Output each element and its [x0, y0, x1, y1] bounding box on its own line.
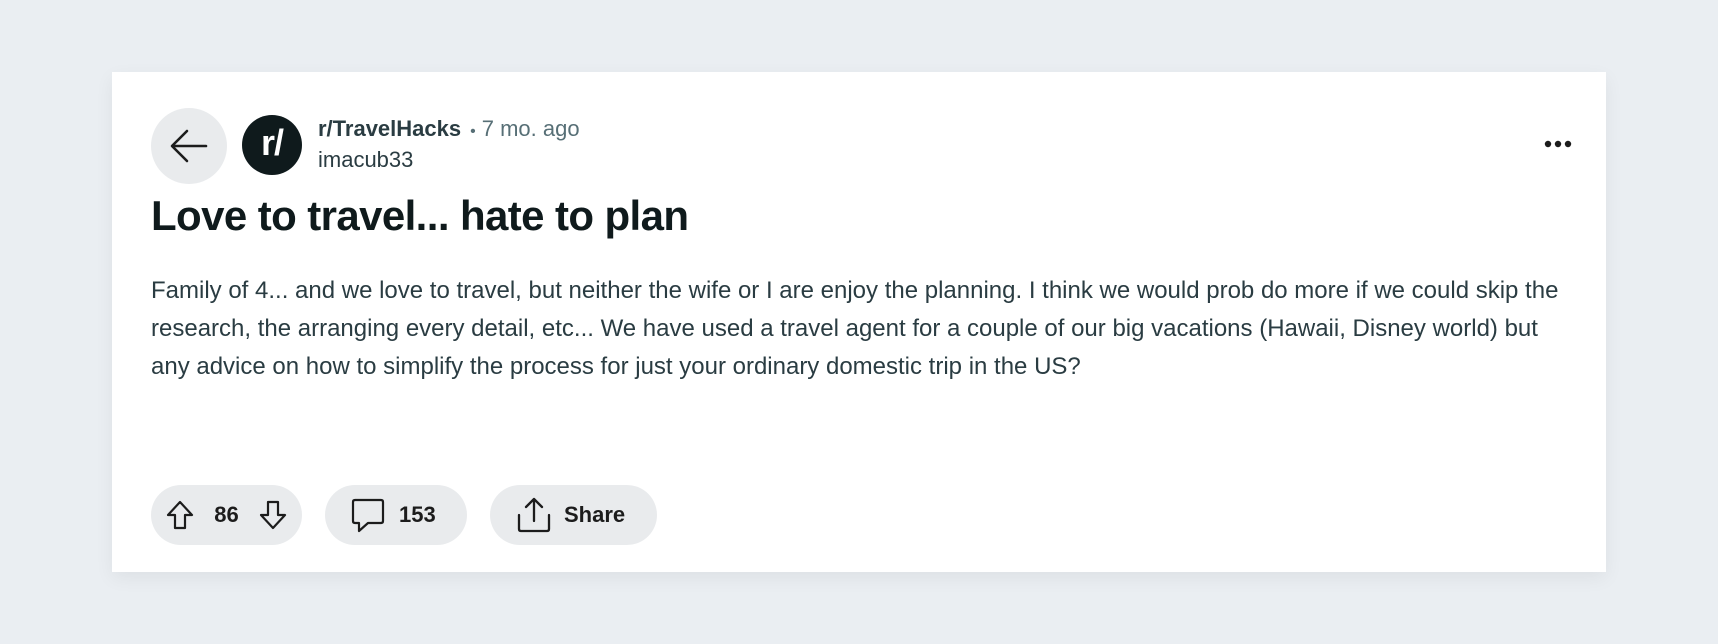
- vote-controls: 86: [151, 485, 302, 545]
- arrow-up-outline-icon: [166, 500, 194, 530]
- arrow-down-outline-icon: [259, 500, 287, 530]
- share-upload-icon: [517, 497, 551, 533]
- comment-bubble-icon: [351, 498, 385, 533]
- more-options-button[interactable]: [1538, 124, 1578, 164]
- post-body: Family of 4... and we love to travel, bu…: [151, 277, 1559, 380]
- post-card: r/ r/TravelHacks • 7 mo. ago imacub33 Lo…: [112, 72, 1606, 572]
- back-button[interactable]: [151, 108, 227, 184]
- post-meta-top: r/TravelHacks • 7 mo. ago: [318, 116, 580, 144]
- upvote-button[interactable]: [165, 500, 195, 530]
- subreddit-avatar[interactable]: r/: [242, 115, 302, 175]
- author-link[interactable]: imacub33: [318, 147, 580, 173]
- share-label: Share: [564, 502, 626, 527]
- subreddit-link[interactable]: r/TravelHacks: [318, 116, 461, 142]
- post-actions: 86 153 Share: [151, 485, 657, 545]
- comments-button[interactable]: 153: [325, 485, 467, 545]
- more-horizontal-icon: [1544, 140, 1572, 148]
- vote-count: 86: [214, 502, 239, 527]
- share-button[interactable]: Share: [490, 485, 657, 545]
- arrow-left-icon: [170, 129, 208, 163]
- meta-separator: •: [470, 123, 476, 140]
- post-title[interactable]: Love to travel... hate to plan: [151, 192, 689, 240]
- downvote-button[interactable]: [258, 500, 288, 530]
- avatar-label: r/: [260, 122, 284, 163]
- post-age: 7 mo. ago: [481, 116, 580, 141]
- comment-count: 153: [399, 502, 436, 527]
- post-meta: r/TravelHacks • 7 mo. ago imacub33: [318, 116, 580, 173]
